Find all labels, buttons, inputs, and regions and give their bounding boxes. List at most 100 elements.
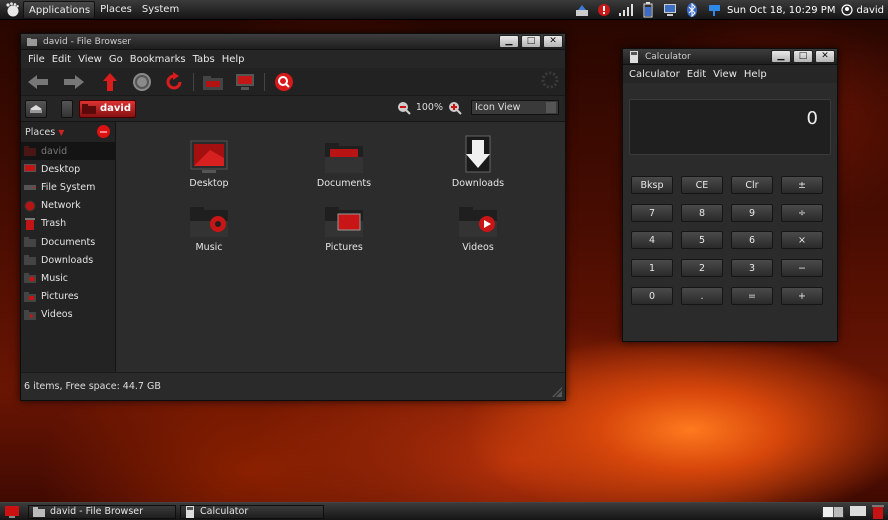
file-item-documents[interactable]: Documents bbox=[299, 134, 389, 189]
close-button[interactable]: ✕ bbox=[543, 35, 563, 48]
sidebar-item-documents[interactable]: Documents bbox=[21, 233, 115, 251]
clock[interactable]: Sun Oct 18, 10:29 PM bbox=[725, 5, 841, 16]
key-8[interactable]: 8 bbox=[681, 204, 723, 222]
chevron-down-icon bbox=[546, 102, 556, 113]
menu-help[interactable]: Help bbox=[219, 54, 248, 65]
forward-button[interactable] bbox=[61, 71, 87, 93]
maximize-button[interactable]: □ bbox=[521, 35, 541, 48]
key-4[interactable]: 4 bbox=[631, 231, 673, 249]
sidebar-item-desktop[interactable]: Desktop bbox=[21, 160, 115, 178]
location-toggle-button[interactable] bbox=[25, 99, 47, 118]
key-clear-entry[interactable]: CE bbox=[681, 176, 723, 194]
path-left-button[interactable] bbox=[61, 99, 73, 118]
file-item-videos[interactable]: Videos bbox=[433, 198, 523, 253]
volume-icon[interactable] bbox=[703, 1, 725, 19]
alert-icon[interactable] bbox=[593, 1, 615, 19]
menu-bookmarks[interactable]: Bookmarks bbox=[127, 54, 189, 65]
menu-view[interactable]: View bbox=[710, 69, 740, 80]
key-backspace[interactable]: Bksp bbox=[631, 176, 673, 194]
maximize-button[interactable]: □ bbox=[793, 50, 813, 63]
bluetooth-icon[interactable] bbox=[681, 1, 703, 19]
close-sidebar-icon[interactable]: — bbox=[97, 125, 110, 138]
file-item-music[interactable]: Music bbox=[164, 198, 254, 253]
resize-grip-icon[interactable] bbox=[552, 387, 562, 397]
key-clear[interactable]: Clr bbox=[731, 176, 773, 194]
sidebar-item-downloads[interactable]: Downloads bbox=[21, 251, 115, 269]
key-5[interactable]: 5 bbox=[681, 231, 723, 249]
sidebar-item-home[interactable]: david bbox=[21, 142, 115, 161]
update-manager-icon[interactable] bbox=[571, 1, 593, 19]
key-plus-minus[interactable]: ± bbox=[781, 176, 823, 194]
key-6[interactable]: 6 bbox=[731, 231, 773, 249]
computer-button[interactable] bbox=[232, 71, 258, 93]
key-add[interactable]: + bbox=[781, 287, 823, 305]
sidebar-item-videos[interactable]: Videos bbox=[21, 306, 115, 324]
file-item-desktop[interactable]: Desktop bbox=[164, 134, 254, 189]
user-switcher[interactable]: david bbox=[841, 4, 888, 16]
menu-go[interactable]: Go bbox=[106, 54, 126, 65]
folder-pictures-icon bbox=[24, 291, 36, 302]
sidebar-item-network[interactable]: Network bbox=[21, 197, 115, 215]
up-button[interactable] bbox=[97, 71, 123, 93]
breadcrumb-home[interactable]: david bbox=[79, 99, 137, 118]
sidebar-item-filesystem[interactable]: File System bbox=[21, 178, 115, 196]
show-desktop-icon[interactable] bbox=[4, 505, 20, 519]
menu-view[interactable]: View bbox=[75, 54, 105, 65]
top-panel: Applications Places System Sun Oct 18, 1… bbox=[0, 0, 888, 20]
minimize-button[interactable]: ▁ bbox=[499, 35, 519, 48]
close-button[interactable]: ✕ bbox=[815, 50, 835, 63]
home-button[interactable] bbox=[200, 71, 226, 93]
key-9[interactable]: 9 bbox=[731, 204, 773, 222]
key-subtract[interactable]: − bbox=[781, 259, 823, 277]
calculator-titlebar[interactable]: Calculator ▁ □ ✕ bbox=[623, 49, 837, 65]
key-1[interactable]: 1 bbox=[631, 259, 673, 277]
zoom-out-icon[interactable] bbox=[397, 101, 411, 115]
network-icon[interactable] bbox=[659, 1, 681, 19]
taskbar-item-calculator[interactable]: Calculator bbox=[180, 504, 324, 519]
gnome-foot-icon[interactable] bbox=[3, 1, 21, 19]
menu-help[interactable]: Help bbox=[741, 69, 770, 80]
system-menu[interactable]: System bbox=[137, 1, 184, 19]
key-equals[interactable]: = bbox=[731, 287, 773, 305]
places-header[interactable]: Places ▼ — bbox=[21, 122, 115, 142]
stop-button[interactable] bbox=[129, 71, 155, 93]
battery-icon[interactable] bbox=[637, 1, 659, 19]
key-decimal[interactable]: . bbox=[681, 287, 723, 305]
back-button[interactable] bbox=[25, 71, 51, 93]
file-item-pictures[interactable]: Pictures bbox=[299, 198, 389, 253]
window-list-icon[interactable] bbox=[850, 505, 866, 518]
zoom-in-icon[interactable] bbox=[448, 101, 462, 115]
workspace-switcher[interactable] bbox=[822, 505, 844, 518]
menu-calculator[interactable]: Calculator bbox=[626, 69, 683, 80]
key-7[interactable]: 7 bbox=[631, 204, 673, 222]
desktop-icon bbox=[24, 164, 36, 174]
sidebar-item-music[interactable]: Music bbox=[21, 269, 115, 287]
places-menu[interactable]: Places bbox=[95, 1, 137, 19]
signal-icon[interactable] bbox=[615, 1, 637, 19]
file-item-downloads[interactable]: Downloads bbox=[433, 134, 523, 189]
key-multiply[interactable]: × bbox=[781, 231, 823, 249]
search-button[interactable] bbox=[271, 71, 297, 93]
menu-edit[interactable]: Edit bbox=[49, 54, 74, 65]
file-view[interactable]: Desktop Documents Downloads Music Pictur… bbox=[117, 122, 565, 372]
file-browser-titlebar[interactable]: david - File Browser ▁ □ ✕ bbox=[21, 34, 565, 50]
taskbar-item-file-browser[interactable]: david - File Browser bbox=[28, 504, 176, 519]
key-2[interactable]: 2 bbox=[681, 259, 723, 277]
menu-edit[interactable]: Edit bbox=[684, 69, 709, 80]
status-text: 6 items, Free space: 44.7 GB bbox=[24, 381, 161, 392]
key-0[interactable]: 0 bbox=[631, 287, 673, 305]
sidebar-item-trash[interactable]: Trash bbox=[21, 215, 115, 233]
key-divide[interactable]: ÷ bbox=[781, 204, 823, 222]
window-title: Calculator bbox=[645, 51, 691, 62]
key-3[interactable]: 3 bbox=[731, 259, 773, 277]
applications-menu[interactable]: Applications bbox=[23, 0, 96, 19]
minimize-button[interactable]: ▁ bbox=[771, 50, 791, 63]
workspace-area bbox=[822, 504, 888, 519]
view-mode-select[interactable]: Icon View bbox=[471, 100, 559, 115]
reload-button[interactable] bbox=[161, 71, 187, 93]
trash-icon[interactable] bbox=[872, 504, 884, 519]
sidebar-item-pictures[interactable]: Pictures bbox=[21, 288, 115, 306]
menu-file[interactable]: File bbox=[25, 54, 48, 65]
file-item-label: Downloads bbox=[451, 178, 505, 189]
menu-tabs[interactable]: Tabs bbox=[190, 54, 218, 65]
